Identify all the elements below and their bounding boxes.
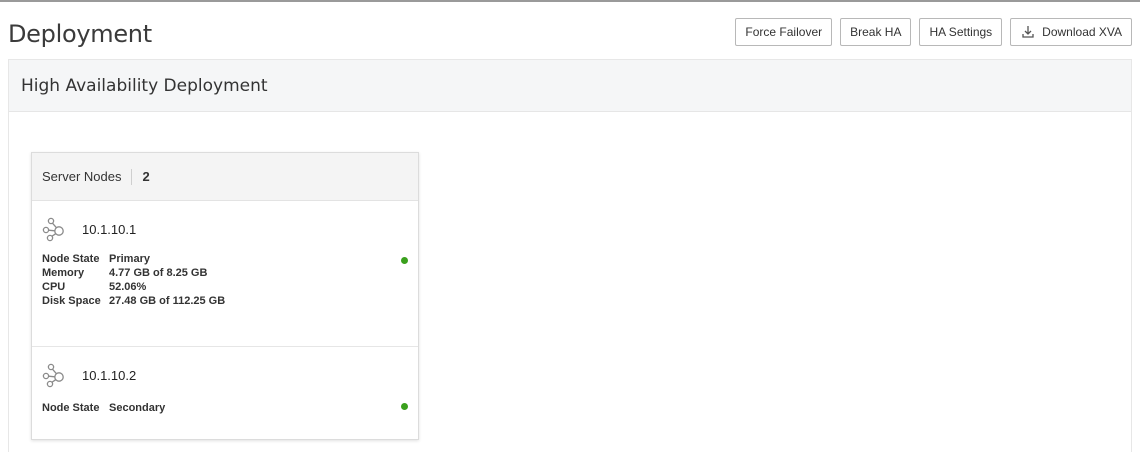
ha-settings-label: HA Settings (929, 25, 993, 39)
property-row: Node State Primary (42, 252, 408, 266)
property-row: Disk Space 27.48 GB of 112.25 GB (42, 294, 408, 308)
status-indicator-dot (401, 257, 408, 264)
property-key: Node State (42, 253, 100, 265)
cluster-node-icon (42, 362, 68, 388)
property-key: CPU (42, 281, 66, 293)
node-properties: Node State Secondary (42, 401, 408, 415)
download-icon (1020, 24, 1036, 40)
property-key: Memory (42, 267, 85, 279)
top-divider (0, 0, 1140, 5)
force-failover-button[interactable]: Force Failover (735, 18, 833, 46)
cluster-node-icon (42, 216, 68, 242)
property-value: Secondary (109, 402, 166, 414)
node-properties: Node State Primary Memory 4.77 GB of 8.2… (42, 252, 408, 308)
server-node[interactable]: 10.1.10.2 Node State Secondary (32, 346, 418, 439)
server-nodes-card: Server Nodes 2 10.1.10.1 Node State Prim… (31, 152, 419, 440)
server-node[interactable]: 10.1.10.1 Node State Primary Memory 4.77… (32, 201, 418, 346)
header-separator (131, 168, 133, 185)
break-ha-button[interactable]: Break HA (840, 18, 912, 46)
status-indicator-dot (401, 403, 408, 410)
break-ha-label: Break HA (850, 25, 902, 39)
ha-settings-button[interactable]: HA Settings (919, 18, 1003, 46)
property-key: Node State (42, 402, 100, 414)
download-xva-button[interactable]: Download XVA (1010, 18, 1132, 46)
server-nodes-count: 2 (142, 169, 150, 184)
server-nodes-label: Server Nodes (42, 169, 122, 184)
property-row: Memory 4.77 GB of 8.25 GB (42, 266, 408, 280)
property-value: 27.48 GB of 112.25 GB (109, 295, 226, 307)
property-row: Node State Secondary (42, 401, 408, 415)
download-xva-label: Download XVA (1042, 25, 1122, 39)
force-failover-label: Force Failover (745, 25, 823, 39)
node-ip: 10.1.10.1 (82, 221, 137, 237)
property-value: 52.06% (109, 281, 147, 293)
property-key: Disk Space (42, 295, 101, 307)
panel-title: High Availability Deployment (21, 75, 268, 96)
node-ip: 10.1.10.2 (82, 367, 137, 383)
property-value: 4.77 GB of 8.25 GB (109, 267, 208, 279)
panel-header: High Availability Deployment (9, 60, 1131, 112)
property-row: CPU 52.06% (42, 280, 408, 294)
toolbar: Force Failover Break HA HA Settings Down… (735, 18, 1132, 46)
ha-deployment-panel: High Availability Deployment Server Node… (8, 59, 1132, 452)
property-value: Primary (109, 253, 150, 265)
page-title: Deployment (8, 20, 152, 48)
server-nodes-header: Server Nodes 2 (32, 153, 418, 201)
